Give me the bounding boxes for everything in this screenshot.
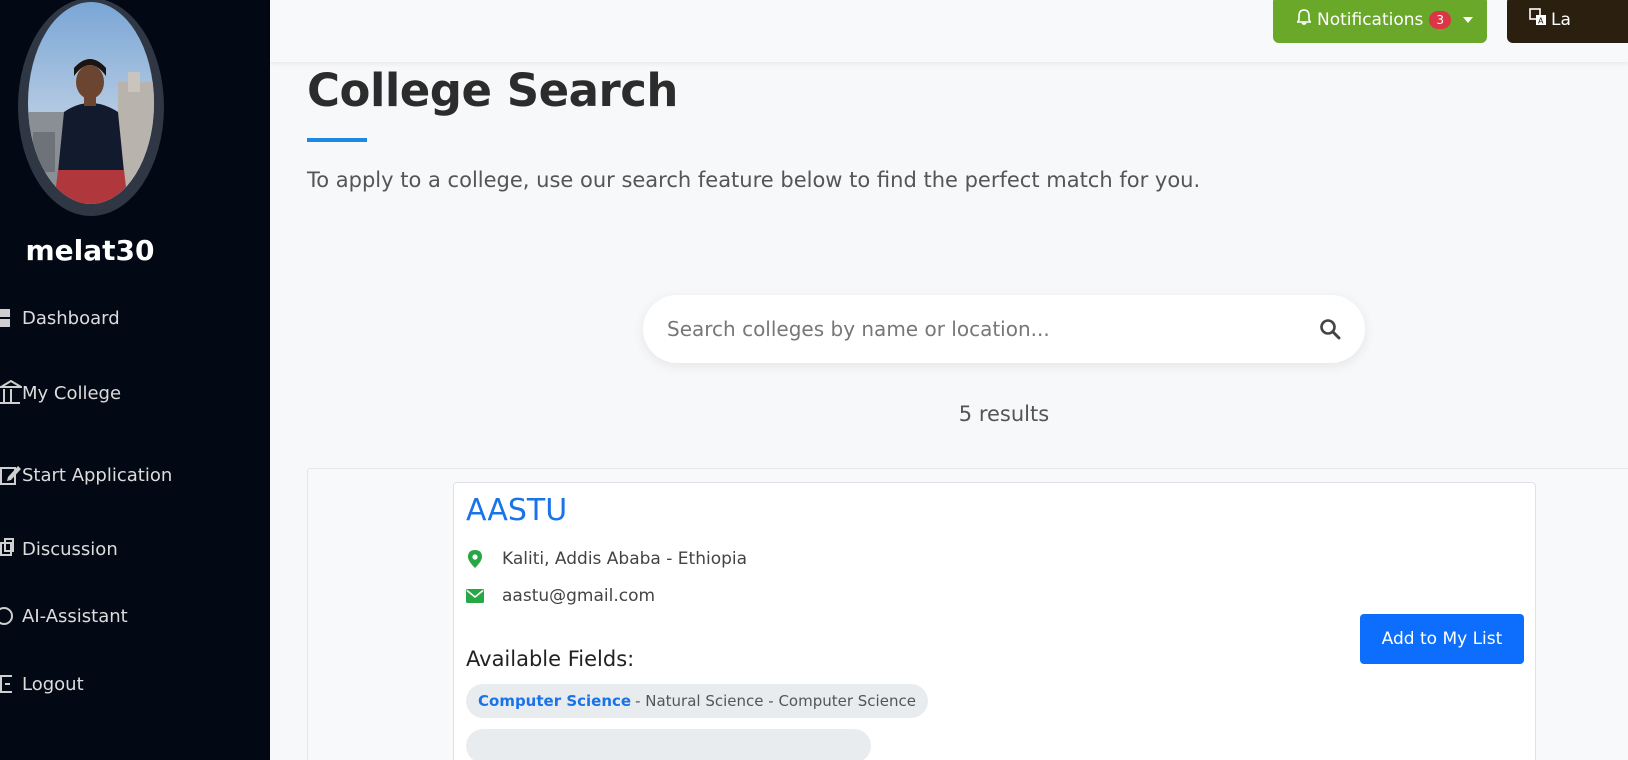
sidebar-item-label: AI-Assistant (22, 605, 128, 627)
notifications-label: Notifications (1317, 9, 1424, 30)
chevron-down-icon (1463, 16, 1474, 23)
college-card: AASTU Kaliti, Addis Ababa - Ethiopia aas… (453, 482, 1536, 760)
notifications-button[interactable]: Notifications 3 (1273, 0, 1487, 43)
logout-icon (0, 673, 22, 695)
sidebar: melat30 Dashboard My College Start Appli… (0, 0, 270, 760)
field-tag (466, 729, 871, 760)
title-underline (307, 138, 367, 142)
email-text: aastu@gmail.com (502, 586, 656, 606)
results-count: 5 results (958, 402, 1050, 426)
sidebar-item-logout[interactable]: Logout (0, 667, 84, 701)
sidebar-item-discussion[interactable]: Discussion (0, 532, 118, 566)
sidebar-item-label: Start Application (22, 464, 173, 486)
sidebar-item-label: My College (22, 382, 122, 404)
svg-text:A: A (1538, 17, 1544, 26)
sidebar-item-my-college[interactable]: My College (0, 376, 121, 410)
notifications-count-badge: 3 (1429, 10, 1452, 29)
translate-icon: A (1529, 8, 1547, 31)
search-input[interactable] (667, 317, 1319, 341)
search-bar (643, 295, 1365, 363)
location-text: Kaliti, Addis Ababa - Ethiopia (502, 549, 748, 569)
map-marker-icon (466, 550, 484, 568)
language-label: La (1551, 9, 1571, 30)
college-location: Kaliti, Addis Ababa - Ethiopia (466, 549, 747, 569)
field-tag: Computer Science - Natural Science - Com… (466, 684, 928, 718)
username: melat30 (25, 234, 155, 267)
envelope-icon (466, 587, 484, 605)
college-name-link[interactable]: AASTU (466, 493, 567, 528)
available-fields-heading: Available Fields: (466, 647, 635, 671)
page-subtitle: To apply to a college, use our search fe… (307, 168, 1201, 192)
sidebar-item-ai-assistant[interactable]: AI-Assistant (0, 599, 128, 633)
field-name: Computer Science (478, 692, 632, 710)
bell-icon (1295, 9, 1313, 30)
avatar[interactable] (28, 2, 154, 204)
sidebar-item-start-application[interactable]: Start Application (0, 458, 172, 492)
sidebar-item-label: Dashboard (22, 307, 120, 329)
field-detail: - Natural Science - Computer Science (635, 692, 916, 710)
search-icon[interactable] (1319, 318, 1341, 340)
add-to-my-list-button[interactable]: Add to My List (1360, 614, 1524, 664)
sidebar-item-label: Logout (22, 673, 84, 695)
dashboard-icon (0, 307, 22, 329)
sidebar-item-label: Discussion (22, 538, 118, 560)
language-button[interactable]: A La (1507, 0, 1628, 43)
discussion-icon (0, 538, 22, 560)
page-title: College Search (307, 64, 678, 117)
edit-icon (0, 464, 22, 486)
sidebar-item-dashboard[interactable]: Dashboard (0, 301, 120, 335)
ai-icon (0, 605, 22, 627)
institution-icon (0, 380, 22, 404)
college-email: aastu@gmail.com (466, 586, 655, 606)
